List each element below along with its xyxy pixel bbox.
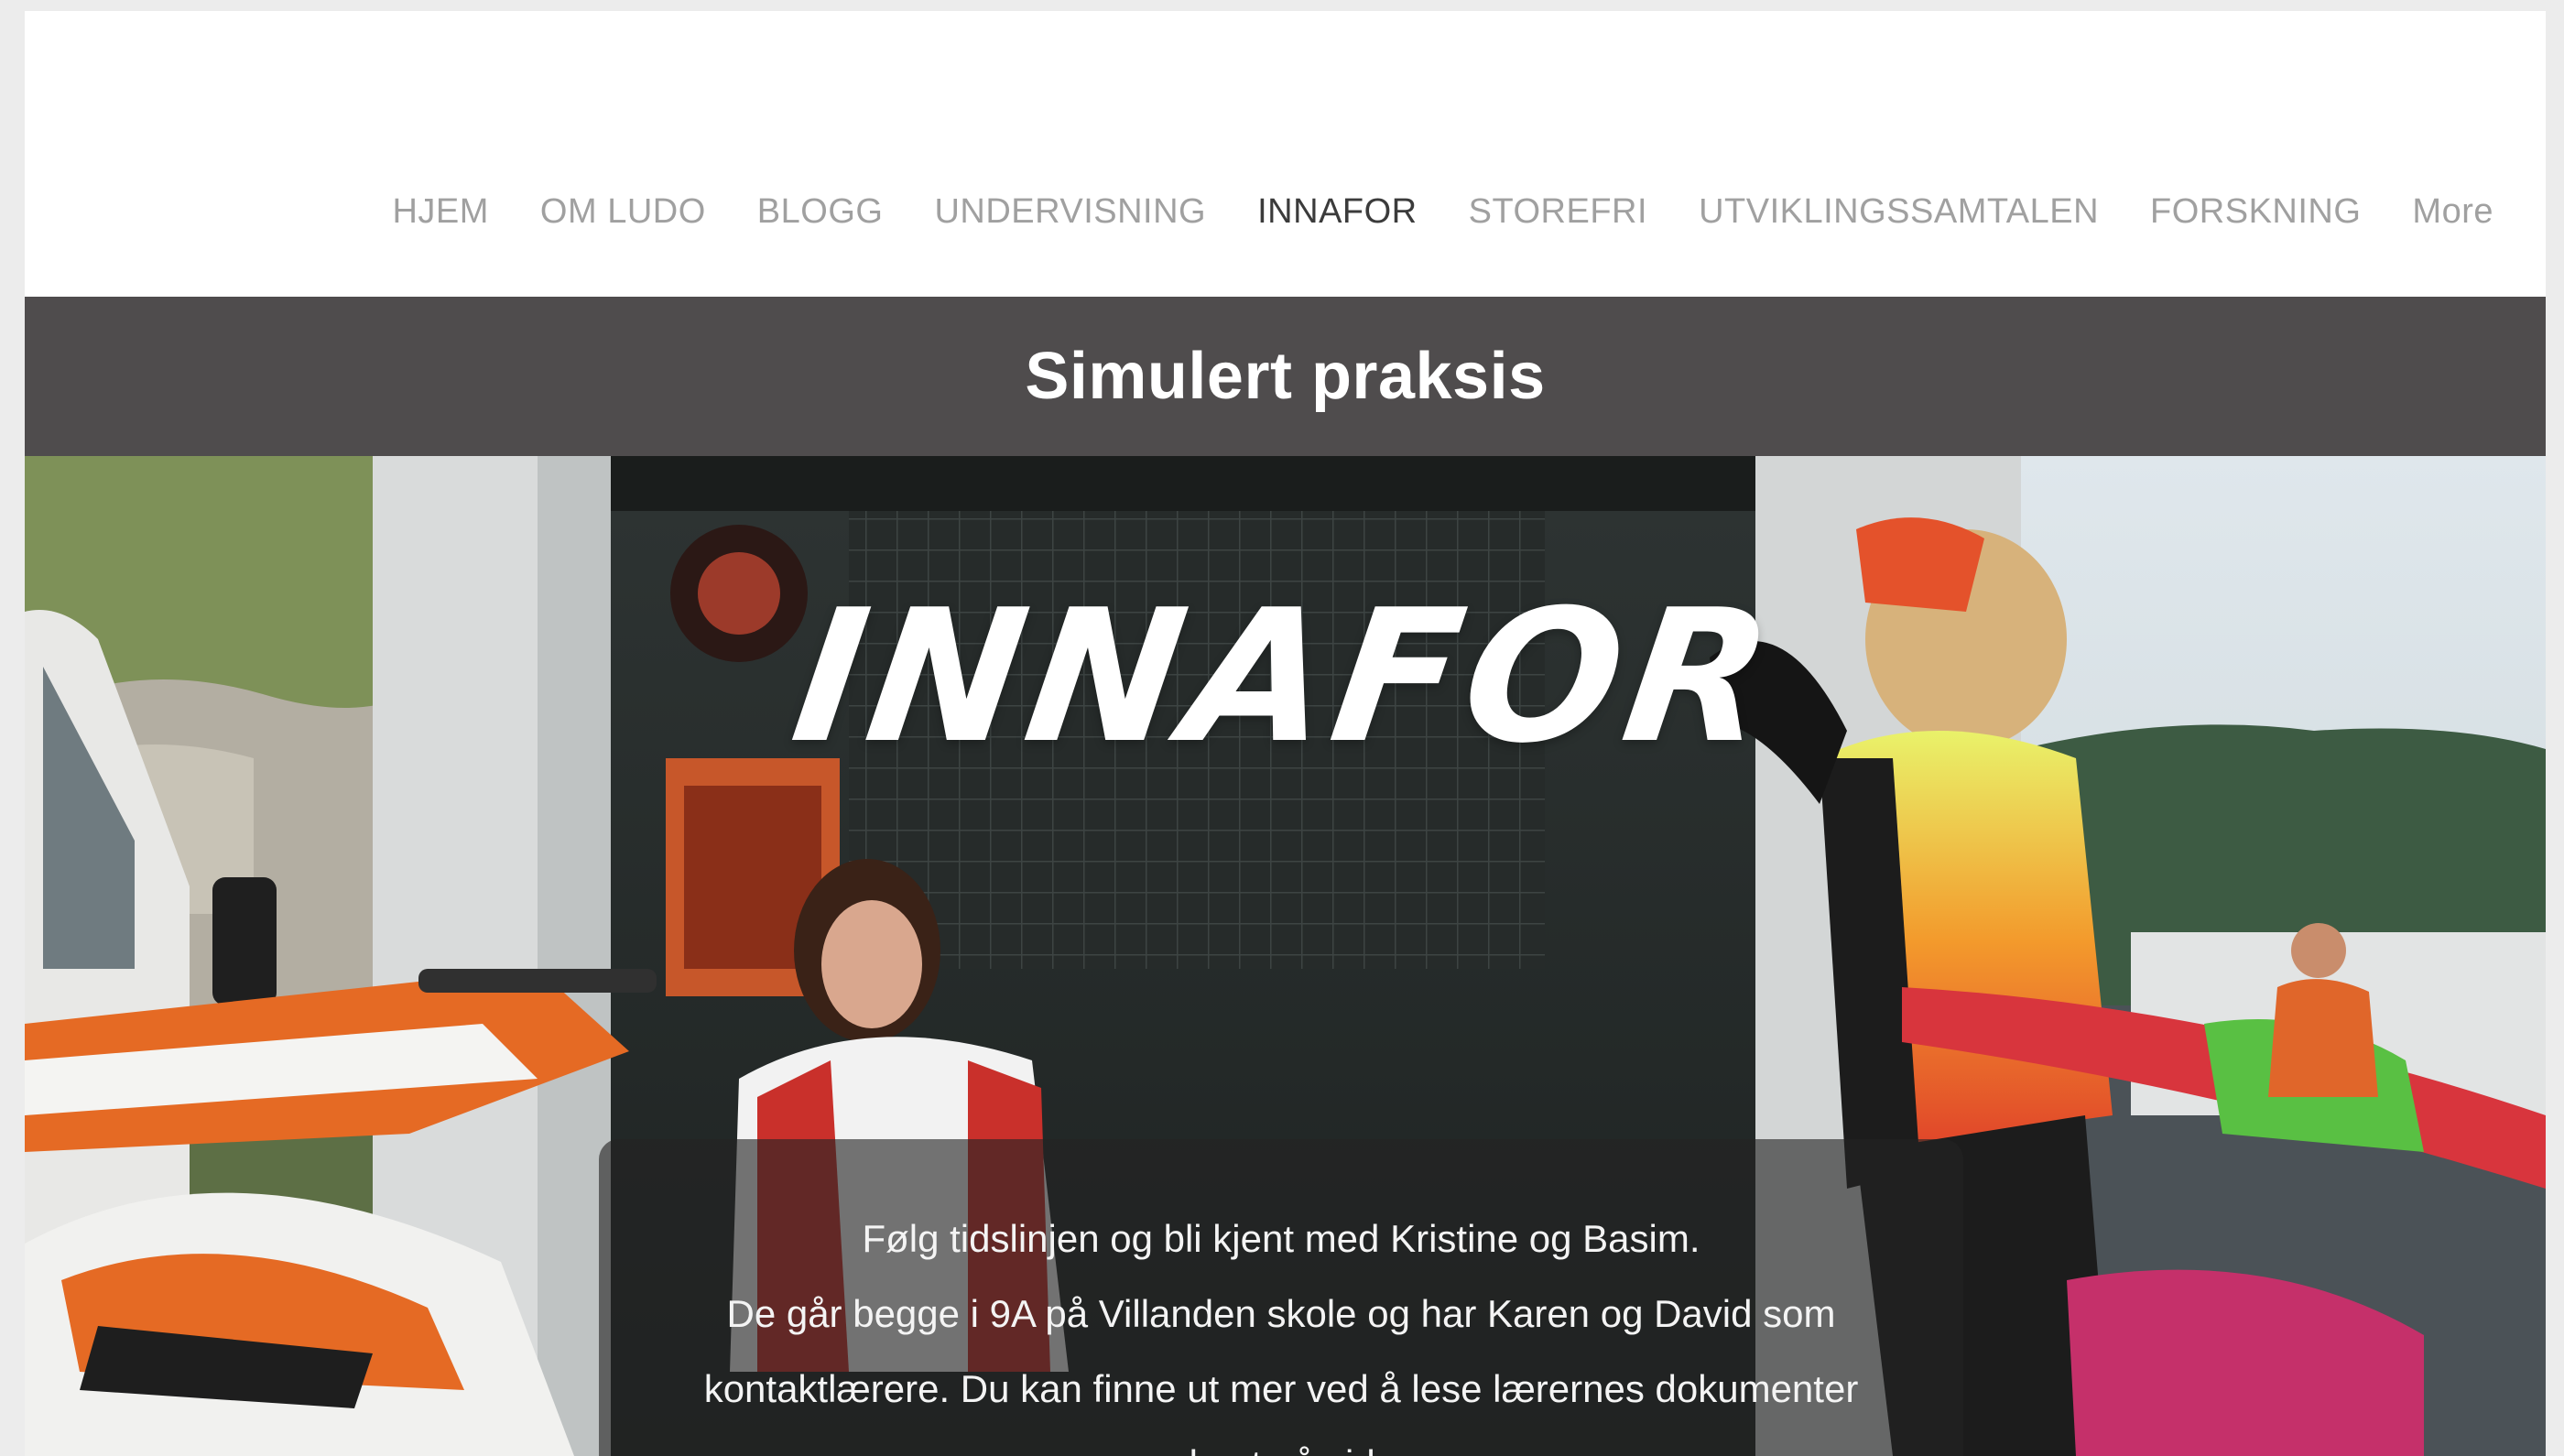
intro-text-box: Følg tidslinjen og bli kjent med Kristin… <box>599 1139 1963 1456</box>
nav-item-hjem[interactable]: HJEM <box>392 194 488 229</box>
nav-item-undervisning[interactable]: UNDERVISNING <box>934 194 1206 229</box>
main-nav: HJEM OM LUDO BLOGG UNDERVISNING INNAFOR … <box>392 194 2493 229</box>
page-title: Simulert praksis <box>1025 340 1546 413</box>
intro-line-2: De går begge i 9A på Villanden skole og … <box>726 1292 1836 1335</box>
title-bar: Simulert praksis <box>25 297 2546 456</box>
innafor-logo: INNAFOR <box>781 570 1789 784</box>
intro-line-1: Følg tidslinjen og bli kjent med Kristin… <box>862 1217 1700 1260</box>
nav-item-utviklingssamtalen[interactable]: UTVIKLINGSSAMTALEN <box>1699 194 2099 229</box>
nav-item-blogg[interactable]: BLOGG <box>757 194 884 229</box>
site-header: HJEM OM LUDO BLOGG UNDERVISNING INNAFOR … <box>25 11 2546 297</box>
intro-line-4: nederst på siden. <box>599 1427 1963 1456</box>
nav-item-storefri[interactable]: STOREFRI <box>1469 194 1647 229</box>
nav-item-innafor[interactable]: INNAFOR <box>1257 194 1418 229</box>
nav-item-om-ludo[interactable]: OM LUDO <box>540 194 706 229</box>
intro-line-3: kontaktlærere. Du kan finne ut mer ved å… <box>703 1367 1859 1410</box>
hero-section: INNAFOR Følg tidslinjen og bli kjent med… <box>25 456 2546 1456</box>
nav-item-more[interactable]: More <box>2412 194 2493 229</box>
nav-item-forskning[interactable]: FORSKNING <box>2150 194 2361 229</box>
browser-viewport: HJEM OM LUDO BLOGG UNDERVISNING INNAFOR … <box>25 11 2546 1456</box>
